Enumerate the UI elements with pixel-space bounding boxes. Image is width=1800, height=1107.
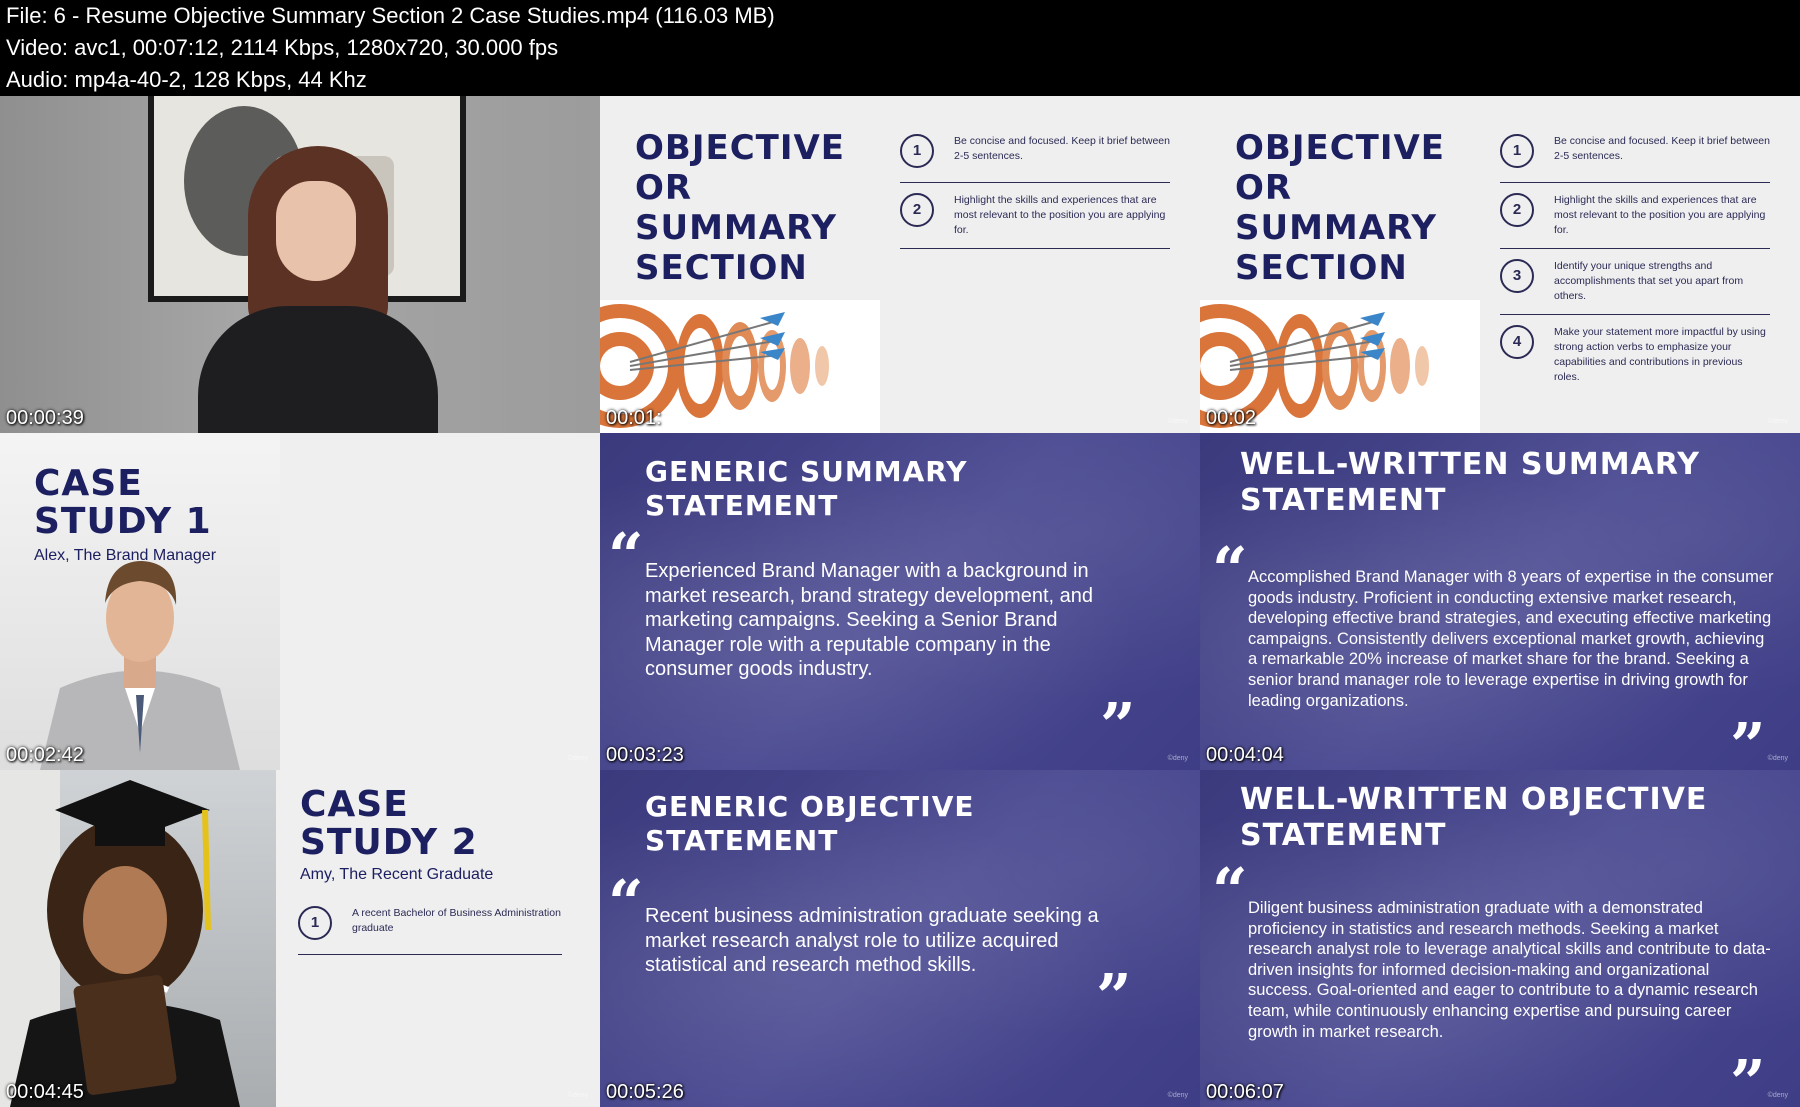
amy-photo (0, 770, 276, 1107)
thumbnail-well-written-summary[interactable]: WELL-WRITTEN SUMMARY STATEMENT “ Accompli… (1200, 433, 1800, 770)
thumbnail-grid: 00:00:39 OBJECTIVE OR SUMMARY SECTION 1 Be c… (0, 96, 1800, 1107)
presenter-figure (188, 136, 448, 433)
list-item: 4 Make your statement more impactful by u… (1500, 325, 1770, 395)
open-quote-icon: “ (608, 519, 644, 592)
list-item: 1A recent Bachelor of Business Administr… (298, 906, 562, 955)
case-title: CASE STUDY 2 (300, 784, 478, 863)
watermark: ©deny (567, 755, 588, 762)
thumbnail-generic-summary[interactable]: GENERIC SUMMARY STATEMENT “ Experienced B… (600, 433, 1200, 770)
open-quote-icon: “ (608, 866, 644, 939)
watermark: ©deny (1767, 418, 1788, 425)
thumbnail-presenter[interactable]: 00:00:39 (0, 96, 600, 433)
watermark: ©deny (567, 1092, 588, 1099)
statement-title: GENERIC SUMMARY STATEMENT (645, 455, 968, 522)
list-item: 2 Highlight the skills and experiences th… (900, 193, 1170, 249)
timestamp: 00:02:42 (6, 744, 84, 766)
watermark: ©deny (1767, 755, 1788, 762)
timestamp: 00:02 (1206, 407, 1257, 429)
file-info: File: 6 - Resume Objective Summary Secti… (6, 3, 775, 28)
slide-title: OBJECTIVE OR SUMMARY SECTION (1235, 128, 1446, 288)
close-quote-icon: ” (1096, 960, 1132, 1033)
timestamp: 00:03:23 (606, 744, 684, 766)
timestamp: 00:00:39 (6, 407, 84, 429)
case-subtitle: Alex, The Brand Manager (34, 547, 217, 564)
thumbnail-case-study-1[interactable]: CASE STUDY 1 Alex, The Brand Manager 00:0… (0, 433, 600, 770)
statement-text: Diligent business administration graduat… (1248, 899, 1771, 1041)
statement-title: WELL-WRITTEN SUMMARY STATEMENT (1240, 447, 1701, 518)
timestamp: 00:04:45 (6, 1081, 84, 1103)
list-item: 1 Be concise and focused. Keep it brief b… (900, 134, 1170, 183)
video-info: Video: avc1, 00:07:12, 2114 Kbps, 1280x7… (6, 35, 559, 60)
timestamp: 00:04:04 (1206, 744, 1284, 766)
open-quote-icon: “ (1212, 854, 1248, 927)
watermark: ©deny (1167, 755, 1188, 762)
open-quote-icon: “ (1212, 533, 1248, 606)
list-item: 2 Highlight the skills and experiences th… (1500, 193, 1770, 249)
slide-title: OBJECTIVE OR SUMMARY SECTION (635, 128, 846, 288)
thumbnail-case-study-2[interactable]: CASE STUDY 2 Amy, The Recent Graduate 1A … (0, 770, 600, 1107)
tips-list: 1 Be concise and focused. Keep it brief b… (1500, 134, 1770, 405)
tips-list: 1 Be concise and focused. Keep it brief b… (900, 134, 1170, 259)
case-title: CASE STUDY 1 (34, 463, 212, 542)
close-quote-icon: ” (1100, 689, 1136, 762)
case-facts-list: 1A recent Bachelor of Business Administr… (298, 906, 562, 965)
media-info-header: File: 6 - Resume Objective Summary Secti… (0, 0, 1800, 96)
thumbnail-objective-slide-2[interactable]: OBJECTIVE OR SUMMARY SECTION 1 Be concise an… (1200, 96, 1800, 433)
case-subtitle: Amy, The Recent Graduate (300, 866, 494, 883)
thumbnail-objective-slide-1[interactable]: OBJECTIVE OR SUMMARY SECTION 1 Be concise an… (600, 96, 1200, 433)
list-item: 1 Be concise and focused. Keep it brief b… (1500, 134, 1770, 183)
timestamp: 00:01: (606, 407, 662, 429)
watermark: ©deny (1167, 418, 1188, 425)
watermark: ©deny (1167, 1092, 1188, 1099)
statement-title: GENERIC OBJECTIVE STATEMENT (645, 790, 975, 857)
statement-title: WELL-WRITTEN OBJECTIVE STATEMENT (1240, 782, 1708, 853)
audio-info: Audio: mp4a-40-2, 128 Kbps, 44 Khz (6, 67, 367, 92)
timestamp: 00:06:07 (1206, 1081, 1284, 1103)
thumbnail-generic-objective[interactable]: GENERIC OBJECTIVE STATEMENT “ Recent busi… (600, 770, 1200, 1107)
watermark: ©deny (1767, 1092, 1788, 1099)
close-quote-icon: ” (1730, 709, 1766, 771)
thumbnail-well-written-objective[interactable]: WELL-WRITTEN OBJECTIVE STATEMENT “ Dilige… (1200, 770, 1800, 1107)
list-item: 3 Identify your unique strengths and acco… (1500, 259, 1770, 315)
statement-text: Experienced Brand Manager with a backgro… (645, 560, 1094, 680)
statement-text: Recent business administration graduate … (645, 905, 1099, 976)
statement-text: Accomplished Brand Manager with 8 years … (1248, 568, 1774, 710)
timestamp: 00:05:26 (606, 1081, 684, 1103)
close-quote-icon: ” (1730, 1046, 1766, 1107)
